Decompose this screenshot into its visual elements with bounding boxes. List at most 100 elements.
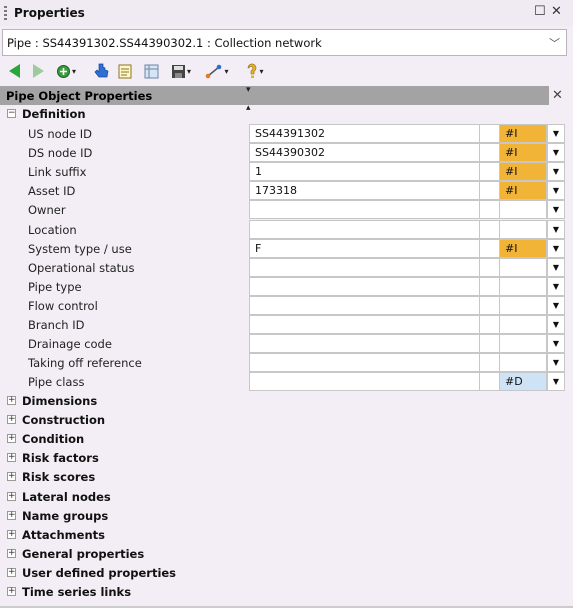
property-flag: #I: [505, 165, 518, 179]
value-spacer: [480, 124, 499, 143]
property-group[interactable]: + Condition: [0, 430, 573, 449]
property-flag-field[interactable]: [499, 295, 547, 315]
back-icon[interactable]: [6, 61, 22, 81]
navigate-icon[interactable]: ▾: [52, 61, 80, 81]
group-label: Condition: [22, 432, 85, 447]
flag-dropdown-icon[interactable]: ▼: [547, 334, 565, 354]
property-flag-field[interactable]: #I: [499, 238, 547, 258]
close-icon[interactable]: ✕: [552, 88, 563, 103]
flag-dropdown-icon[interactable]: ▼: [547, 162, 565, 182]
save-icon[interactable]: ▾: [166, 61, 196, 81]
object-selector-dropdown[interactable]: Pipe : SS44391302.SS44390302.1 : Collect…: [2, 29, 567, 56]
float-window-icon[interactable]: ☐: [534, 4, 546, 19]
property-row: Owner ▼: [0, 200, 573, 220]
flag-dropdown-icon[interactable]: ▼: [547, 143, 565, 163]
property-group[interactable]: + Dimensions: [0, 392, 573, 411]
flag-dropdown-icon[interactable]: ▼: [547, 124, 565, 143]
flag-dropdown-icon[interactable]: ▼: [547, 219, 565, 239]
property-flag-field[interactable]: [499, 334, 547, 354]
panel-titlebar: Properties ☐ ✕: [0, 0, 573, 26]
property-value-field[interactable]: [249, 200, 480, 220]
property-group[interactable]: + Risk scores: [0, 468, 573, 487]
property-value-field[interactable]: [249, 353, 480, 373]
property-flag-field[interactable]: #I: [499, 143, 547, 163]
expand-icon[interactable]: +: [7, 396, 16, 405]
property-row: DS node ID SS44390302 #I ▼: [0, 143, 573, 163]
property-label: Location: [28, 222, 77, 237]
property-value-field[interactable]: [249, 257, 480, 277]
group-label: Name groups: [22, 508, 109, 523]
property-group[interactable]: + Risk factors: [0, 449, 573, 468]
close-panel-icon[interactable]: ✕: [551, 4, 562, 19]
property-value-field[interactable]: [249, 219, 480, 239]
value-spacer: [480, 181, 499, 201]
grid-icon[interactable]: [142, 61, 160, 81]
property-flag-field[interactable]: [499, 257, 547, 277]
property-value-field[interactable]: [249, 276, 480, 296]
property-group[interactable]: + Attachments: [0, 526, 573, 545]
group-definition[interactable]: − Definition: [0, 105, 573, 124]
flag-dropdown-icon[interactable]: ▼: [547, 315, 565, 334]
property-flag-field[interactable]: #I: [499, 162, 547, 182]
flag-dropdown-icon[interactable]: ▼: [547, 257, 565, 277]
property-flag-field[interactable]: #D: [499, 372, 547, 392]
property-flag-field[interactable]: #I: [499, 124, 547, 143]
property-value-field[interactable]: [249, 334, 480, 354]
chevron-down-icon[interactable]: ﹀: [549, 35, 560, 51]
forward-icon[interactable]: [30, 61, 46, 81]
flag-dropdown-icon[interactable]: ▼: [547, 276, 565, 296]
property-flag-field[interactable]: [499, 219, 547, 239]
property-flag-field[interactable]: [499, 200, 547, 220]
property-value-field[interactable]: F: [249, 238, 480, 258]
property-value-field[interactable]: 173318: [249, 181, 480, 201]
property-group[interactable]: + User defined properties: [0, 564, 573, 583]
property-label: Pipe type: [28, 279, 82, 294]
expand-icon[interactable]: +: [7, 529, 16, 539]
expand-icon[interactable]: +: [7, 472, 16, 482]
property-label: Owner: [28, 203, 66, 218]
property-group[interactable]: + Time series links: [0, 583, 573, 602]
expand-icon[interactable]: +: [7, 491, 16, 501]
property-group[interactable]: + Lateral nodes: [0, 488, 573, 507]
expand-icon[interactable]: +: [7, 587, 16, 596]
flag-dropdown-icon[interactable]: ▼: [547, 353, 565, 373]
expand-icon[interactable]: +: [7, 510, 16, 520]
property-value-field[interactable]: 1: [249, 162, 480, 182]
property-value-field[interactable]: SS44390302: [249, 143, 480, 163]
expand-icon[interactable]: +: [7, 548, 16, 558]
property-group[interactable]: + Name groups: [0, 507, 573, 526]
select-icon[interactable]: [92, 61, 110, 81]
property-flag-field[interactable]: [499, 315, 547, 334]
expand-icon[interactable]: +: [7, 567, 16, 577]
expand-icon[interactable]: +: [7, 415, 16, 425]
property-row: Pipe class #D ▼: [0, 372, 573, 392]
property-label: US node ID: [28, 127, 92, 141]
flag-dropdown-icon[interactable]: ▼: [547, 238, 565, 258]
flag-dropdown-icon[interactable]: ▼: [547, 372, 565, 392]
property-row: Operational status ▼: [0, 257, 573, 277]
property-group[interactable]: + Construction: [0, 411, 573, 430]
collapse-icon[interactable]: −: [7, 109, 16, 118]
expand-icon[interactable]: +: [7, 453, 16, 463]
property-row: Location ▼: [0, 219, 573, 239]
column-splitter[interactable]: ▾ ▴: [246, 86, 251, 113]
property-group[interactable]: + General properties: [0, 545, 573, 564]
property-value-field[interactable]: [249, 315, 480, 334]
expand-icon[interactable]: +: [7, 434, 16, 444]
flag-dropdown-icon[interactable]: ▼: [547, 295, 565, 315]
drag-grip-icon[interactable]: [4, 6, 7, 20]
property-value: F: [255, 241, 262, 255]
property-flag-field[interactable]: #I: [499, 181, 547, 201]
property-value-field[interactable]: SS44391302: [249, 124, 480, 143]
help-icon[interactable]: ▾: [238, 61, 272, 81]
flag-dropdown-icon[interactable]: ▼: [547, 181, 565, 201]
property-flag-field[interactable]: [499, 276, 547, 296]
flag-dropdown-icon[interactable]: ▼: [547, 200, 565, 220]
property-value-field[interactable]: [249, 295, 480, 315]
report-icon[interactable]: [116, 61, 134, 81]
group-label: Lateral nodes: [22, 489, 111, 504]
property-value-field[interactable]: [249, 372, 480, 392]
panel-title: Properties: [14, 6, 85, 20]
network-link-icon[interactable]: ▾: [200, 61, 234, 81]
property-flag-field[interactable]: [499, 353, 547, 373]
